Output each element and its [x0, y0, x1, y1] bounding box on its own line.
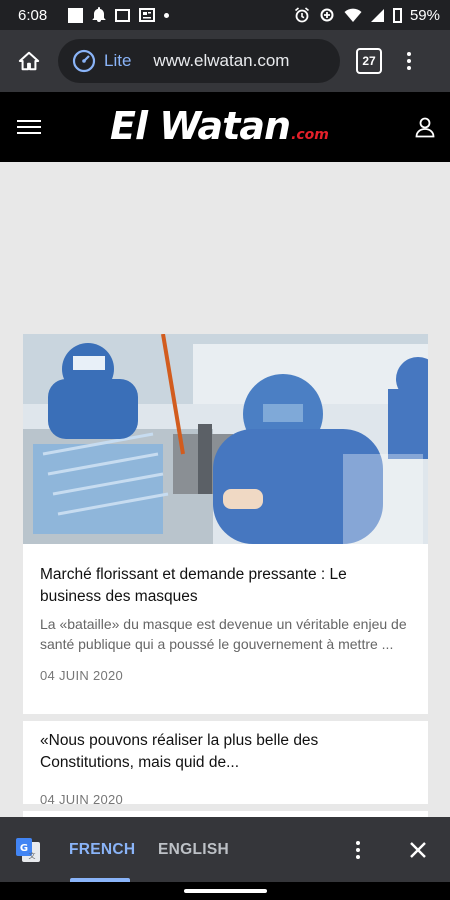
home-gesture-handle[interactable] — [184, 889, 267, 893]
google-translate-icon: G 文 — [16, 838, 40, 862]
tab-english[interactable]: ENGLISH — [158, 817, 229, 882]
home-button[interactable] — [10, 42, 48, 80]
user-icon[interactable] — [414, 116, 436, 138]
logo-main-text: El Watan — [110, 104, 291, 148]
menu-dot-icon — [356, 855, 360, 859]
data-saver-icon — [320, 8, 334, 22]
notification-badge-icon — [115, 8, 131, 22]
article-date: 04 JUIN 2020 — [40, 668, 124, 683]
article-title[interactable]: Marché florissant et demande pressante :… — [23, 564, 428, 608]
signal-icon — [370, 8, 384, 22]
svg-text:G: G — [20, 843, 28, 854]
tab-switcher-button[interactable]: 27 — [356, 48, 382, 74]
bell-icon — [92, 7, 106, 22]
menu-dot-icon — [407, 66, 411, 70]
url-text[interactable]: www.elwatan.com — [153, 51, 289, 71]
battery-icon — [392, 7, 402, 23]
article-image[interactable] — [23, 334, 428, 544]
address-bar[interactable]: Lite www.elwatan.com — [58, 39, 340, 83]
hamburger-menu-icon[interactable] — [17, 120, 41, 134]
status-time: 6:08 — [18, 6, 48, 24]
menu-dot-icon — [407, 52, 411, 56]
menu-dot-icon — [356, 848, 360, 852]
notification-app-icon — [68, 7, 84, 23]
home-icon — [18, 51, 40, 71]
menu-dot-icon — [356, 841, 360, 845]
article-card[interactable]: Marché florissant et demande pressante :… — [23, 334, 428, 714]
tab-french[interactable]: FRENCH — [69, 817, 135, 882]
wifi-icon — [344, 8, 362, 22]
news-icon — [139, 8, 156, 22]
article-excerpt: La «bataille» du masque est devenue un v… — [40, 616, 407, 652]
site-header: El Watan .com — [0, 92, 450, 162]
system-navigation-bar — [0, 882, 450, 900]
browser-toolbar: Lite www.elwatan.com 27 — [0, 30, 450, 92]
alarm-icon — [294, 7, 309, 23]
logo-suffix-text: .com — [291, 127, 329, 143]
overflow-menu-button[interactable] — [400, 47, 418, 75]
menu-dot-icon — [407, 59, 411, 63]
battery-percentage: 59% — [409, 6, 440, 24]
lite-mode-label[interactable]: Lite — [104, 51, 131, 71]
close-icon[interactable] — [406, 838, 430, 862]
lite-mode-icon[interactable] — [72, 49, 96, 73]
svg-text:文: 文 — [29, 851, 36, 860]
status-bar: 6:08 59% — [0, 0, 450, 30]
more-notifications-icon — [164, 12, 170, 18]
article-title[interactable]: «Nous pouvons réaliser la plus belle des… — [23, 721, 428, 774]
translate-options-button[interactable] — [352, 837, 364, 863]
site-logo[interactable]: El Watan .com — [110, 104, 329, 148]
article-date: 04 JUIN 2020 — [40, 792, 124, 807]
translate-bar: G 文 FRENCH ENGLISH — [0, 817, 450, 882]
article-card[interactable]: «Nous pouvons réaliser la plus belle des… — [23, 721, 428, 807]
